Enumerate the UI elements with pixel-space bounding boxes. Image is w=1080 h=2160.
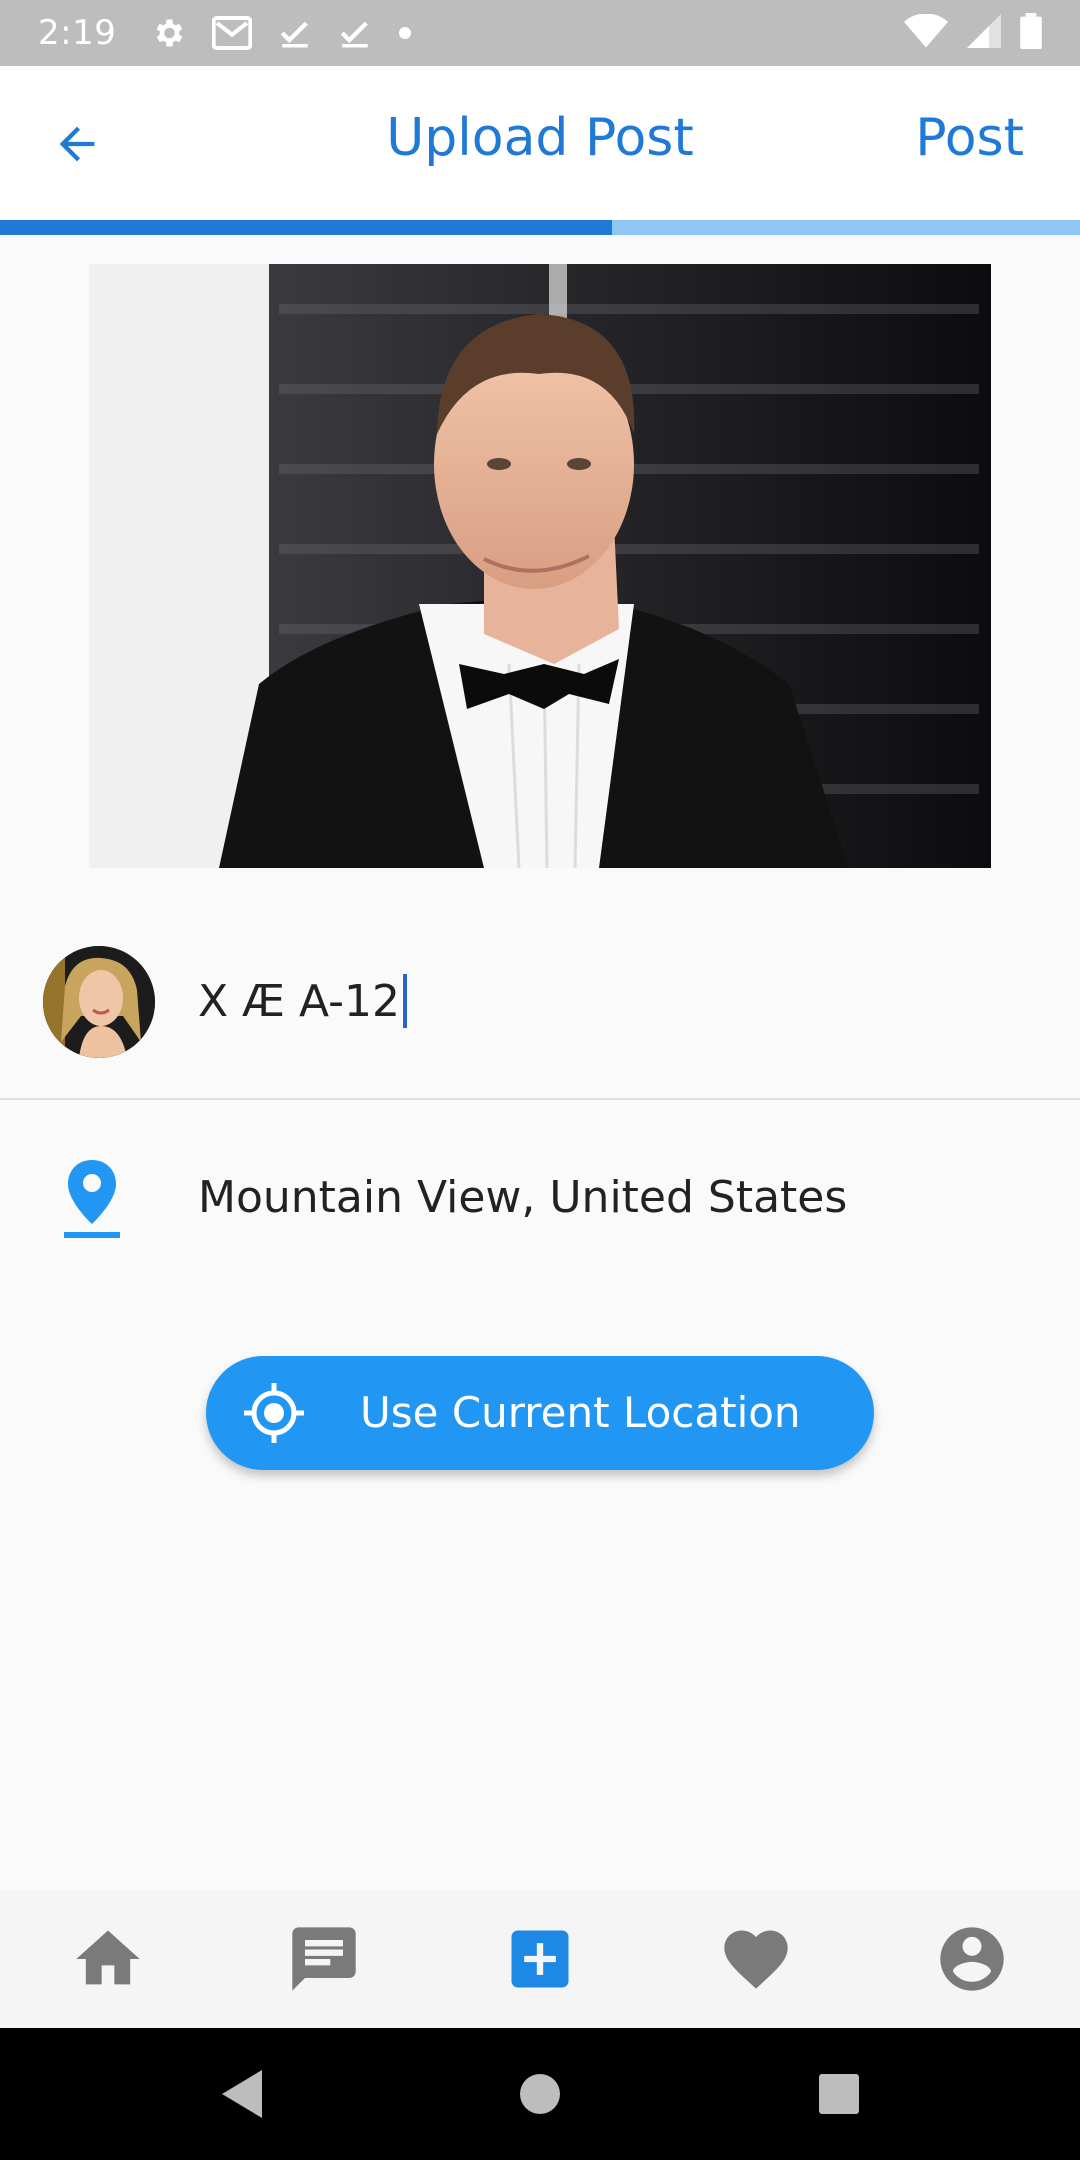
- system-recents-icon[interactable]: [817, 2068, 861, 2120]
- caption-text: X Æ A-12: [198, 975, 400, 1027]
- status-bar: 2:19: [0, 0, 1080, 66]
- heart-icon: [724, 1930, 788, 1989]
- chat-icon: [292, 1927, 356, 1991]
- location-pin-icon: [64, 1160, 120, 1238]
- location-text: Mountain View, United States: [198, 1172, 848, 1223]
- location-row[interactable]: Mountain View, United States: [0, 1120, 1080, 1280]
- post-image: [89, 264, 991, 868]
- signal-icon: [966, 14, 1002, 52]
- system-navigation-bar: [0, 2028, 1080, 2160]
- account-icon: [940, 1927, 1004, 1991]
- system-icons: [904, 13, 1042, 53]
- nav-add-post[interactable]: [480, 1899, 600, 2019]
- battery-icon: [1020, 13, 1042, 53]
- dot-icon: [398, 26, 412, 40]
- text-cursor: [402, 974, 407, 1028]
- caption-row: X Æ A-12: [0, 920, 1080, 1100]
- system-back-icon[interactable]: [218, 2068, 264, 2120]
- post-button[interactable]: Post: [915, 108, 1024, 168]
- notification-icons: [150, 15, 412, 51]
- nav-favorites[interactable]: [696, 1899, 816, 2019]
- check-icon: [278, 16, 312, 50]
- home-icon: [76, 1930, 140, 1985]
- bottom-navigation: [0, 1890, 1080, 2028]
- nav-home[interactable]: [48, 1899, 168, 2019]
- settings-icon: [150, 15, 186, 51]
- gps-fixed-icon: [244, 1383, 304, 1443]
- upload-progress-fill: [0, 220, 613, 235]
- nav-profile[interactable]: [912, 1899, 1032, 2019]
- check-icon: [338, 16, 372, 50]
- caption-input[interactable]: X Æ A-12: [198, 966, 407, 1036]
- upload-progress-bar: [0, 220, 1080, 235]
- app-bar: Upload Post Post: [0, 66, 1080, 220]
- gmail-icon: [212, 16, 253, 50]
- add-post-icon: [511, 1930, 569, 1988]
- system-home-icon[interactable]: [519, 2068, 561, 2120]
- use-current-location-button[interactable]: Use Current Location: [206, 1356, 874, 1470]
- wifi-icon: [904, 13, 948, 52]
- status-time: 2:19: [38, 13, 117, 53]
- avatar[interactable]: [43, 946, 155, 1058]
- use-current-location-label: Use Current Location: [360, 1388, 801, 1437]
- nav-messages[interactable]: [264, 1899, 384, 2019]
